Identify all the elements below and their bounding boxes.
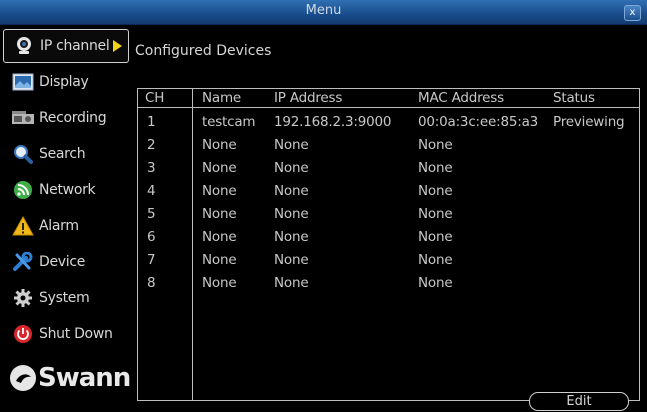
- window-title: Menu: [305, 3, 342, 18]
- cell-name: None: [202, 160, 237, 176]
- brand-name: Swann: [38, 363, 131, 393]
- display-icon: [11, 72, 35, 92]
- column-divider: [192, 89, 193, 400]
- cell-ip: None: [274, 137, 309, 153]
- column-header: CH: [145, 90, 165, 106]
- cell-ch: 8: [147, 275, 156, 291]
- cell-mac: None: [418, 206, 453, 222]
- cell-name: None: [202, 183, 237, 199]
- chevron-right-icon: [113, 40, 123, 52]
- cell-mac: None: [418, 137, 453, 153]
- cell-name: None: [202, 137, 237, 153]
- cell-ip: None: [274, 183, 309, 199]
- shutdown-icon: [11, 324, 35, 344]
- system-icon: [11, 288, 35, 308]
- sidebar-item-label: System: [39, 290, 90, 306]
- sidebar-item-label: Network: [39, 182, 96, 198]
- search-icon: [11, 144, 35, 164]
- sidebar-item-label: Recording: [39, 110, 107, 126]
- sidebar-item-label: Device: [39, 254, 86, 270]
- sidebar-item-search[interactable]: Search: [3, 137, 129, 171]
- sidebar-item-ip-channel[interactable]: IP channel: [3, 29, 129, 63]
- cell-ch: 5: [147, 206, 156, 222]
- swann-logo: Swann: [8, 363, 131, 393]
- sidebar-item-system[interactable]: System: [3, 281, 129, 315]
- sidebar-item-alarm[interactable]: Alarm: [3, 209, 129, 243]
- cell-mac: 00:0a:3c:ee:85:a3: [418, 114, 539, 130]
- cell-ip: None: [274, 275, 309, 291]
- sidebar-item-label: IP channel: [40, 38, 110, 54]
- cell-status: Previewing: [553, 114, 625, 130]
- sidebar-item-label: Search: [39, 146, 86, 162]
- column-header: Name: [202, 90, 242, 106]
- recording-icon: [11, 108, 35, 128]
- cell-ch: 7: [147, 252, 156, 268]
- sidebar-item-label: Alarm: [39, 218, 79, 234]
- page-title: Configured Devices: [135, 43, 272, 59]
- cell-name: None: [202, 252, 237, 268]
- column-header: Status: [553, 90, 595, 106]
- device-icon: [11, 252, 35, 272]
- column-header: MAC Address: [418, 90, 504, 106]
- network-icon: [11, 180, 35, 200]
- devices-table: CH Name IP Address MAC Address Status 1 …: [137, 88, 640, 401]
- cell-ip: None: [274, 160, 309, 176]
- cell-mac: None: [418, 160, 453, 176]
- cell-ip: 192.168.2.3:9000: [274, 114, 392, 130]
- sidebar-item-shut-down[interactable]: Shut Down: [3, 317, 129, 351]
- cell-ip: None: [274, 252, 309, 268]
- sidebar-item-label: Display: [39, 74, 89, 90]
- cell-ch: 6: [147, 229, 156, 245]
- cell-ip: None: [274, 206, 309, 222]
- cell-name: testcam: [202, 114, 256, 130]
- sidebar-item-device[interactable]: Device: [3, 245, 129, 279]
- swann-emblem-icon: [10, 365, 36, 391]
- column-header: IP Address: [274, 90, 343, 106]
- title-bar: Menu x: [0, 0, 647, 25]
- alarm-icon: [11, 216, 35, 236]
- cell-ip: None: [274, 229, 309, 245]
- sidebar: IP channel Display Recording Search Netw…: [0, 25, 131, 412]
- close-button[interactable]: x: [624, 5, 641, 21]
- cell-name: None: [202, 229, 237, 245]
- edit-button[interactable]: Edit: [529, 392, 629, 411]
- header-divider: [138, 107, 639, 108]
- camera-icon: [12, 36, 36, 56]
- cell-mac: None: [418, 183, 453, 199]
- cell-mac: None: [418, 252, 453, 268]
- cell-name: None: [202, 275, 237, 291]
- cell-mac: None: [418, 229, 453, 245]
- cell-ch: 4: [147, 183, 156, 199]
- cell-ch: 3: [147, 160, 156, 176]
- sidebar-item-display[interactable]: Display: [3, 65, 129, 99]
- cell-name: None: [202, 206, 237, 222]
- sidebar-item-recording[interactable]: Recording: [3, 101, 129, 135]
- cell-ch: 2: [147, 137, 156, 153]
- sidebar-item-network[interactable]: Network: [3, 173, 129, 207]
- cell-mac: None: [418, 275, 453, 291]
- cell-ch: 1: [147, 114, 156, 130]
- sidebar-item-label: Shut Down: [39, 326, 113, 342]
